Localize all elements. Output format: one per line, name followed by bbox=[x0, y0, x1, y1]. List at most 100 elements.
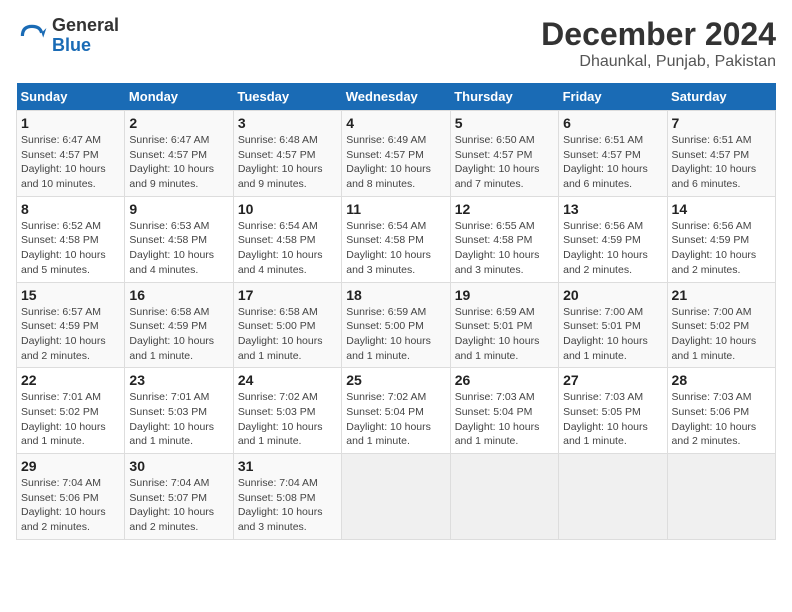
day-number: 15 bbox=[21, 287, 120, 303]
day-info: Sunrise: 6:58 AMSunset: 4:59 PMDaylight:… bbox=[129, 305, 228, 364]
calendar-day-cell: 10 Sunrise: 6:54 AMSunset: 4:58 PMDayligh… bbox=[233, 196, 341, 282]
calendar-day-cell: 11 Sunrise: 6:54 AMSunset: 4:58 PMDayligh… bbox=[342, 196, 450, 282]
day-info: Sunrise: 6:51 AMSunset: 4:57 PMDaylight:… bbox=[672, 133, 771, 192]
day-info: Sunrise: 6:56 AMSunset: 4:59 PMDaylight:… bbox=[563, 219, 662, 278]
day-number: 9 bbox=[129, 201, 228, 217]
calendar-table: SundayMondayTuesdayWednesdayThursdayFrid… bbox=[16, 83, 776, 540]
calendar-day-cell: 12 Sunrise: 6:55 AMSunset: 4:58 PMDayligh… bbox=[450, 196, 558, 282]
day-number: 31 bbox=[238, 458, 337, 474]
day-info: Sunrise: 6:57 AMSunset: 4:59 PMDaylight:… bbox=[21, 305, 120, 364]
day-number: 2 bbox=[129, 115, 228, 131]
day-info: Sunrise: 6:54 AMSunset: 4:58 PMDaylight:… bbox=[238, 219, 337, 278]
title-area: December 2024 Dhaunkal, Punjab, Pakistan bbox=[541, 16, 776, 71]
day-number: 29 bbox=[21, 458, 120, 474]
calendar-day-cell bbox=[559, 454, 667, 540]
calendar-week-row: 15 Sunrise: 6:57 AMSunset: 4:59 PMDayligh… bbox=[17, 282, 776, 368]
day-number: 12 bbox=[455, 201, 554, 217]
day-number: 21 bbox=[672, 287, 771, 303]
calendar-day-cell: 4Sunrise: 6:49 AMSunset: 4:57 PMDaylight… bbox=[342, 111, 450, 197]
day-info: Sunrise: 7:04 AMSunset: 5:08 PMDaylight:… bbox=[238, 476, 337, 535]
calendar-day-cell: 9 Sunrise: 6:53 AMSunset: 4:58 PMDaylight… bbox=[125, 196, 233, 282]
calendar-week-row: 22Sunrise: 7:01 AMSunset: 5:02 PMDayligh… bbox=[17, 368, 776, 454]
day-info: Sunrise: 7:03 AMSunset: 5:04 PMDaylight:… bbox=[455, 390, 554, 449]
header: General Blue December 2024 Dhaunkal, Pun… bbox=[16, 16, 776, 71]
weekday-header-cell: Thursday bbox=[450, 83, 558, 111]
calendar-day-cell: 30 Sunrise: 7:04 AMSunset: 5:07 PMDayligh… bbox=[125, 454, 233, 540]
day-info: Sunrise: 6:55 AMSunset: 4:58 PMDaylight:… bbox=[455, 219, 554, 278]
day-info: Sunrise: 7:03 AMSunset: 5:05 PMDaylight:… bbox=[563, 390, 662, 449]
day-number: 20 bbox=[563, 287, 662, 303]
calendar-day-cell: 16 Sunrise: 6:58 AMSunset: 4:59 PMDayligh… bbox=[125, 282, 233, 368]
day-number: 7 bbox=[672, 115, 771, 131]
day-info: Sunrise: 6:56 AMSunset: 4:59 PMDaylight:… bbox=[672, 219, 771, 278]
calendar-day-cell: 1Sunrise: 6:47 AMSunset: 4:57 PMDaylight… bbox=[17, 111, 125, 197]
calendar-day-cell: 3 Sunrise: 6:48 AMSunset: 4:57 PMDaylight… bbox=[233, 111, 341, 197]
day-number: 11 bbox=[346, 201, 445, 217]
calendar-day-cell: 31 Sunrise: 7:04 AMSunset: 5:08 PMDayligh… bbox=[233, 454, 341, 540]
day-info: Sunrise: 7:00 AMSunset: 5:01 PMDaylight:… bbox=[563, 305, 662, 364]
day-number: 3 bbox=[238, 115, 337, 131]
calendar-day-cell bbox=[342, 454, 450, 540]
day-info: Sunrise: 7:01 AMSunset: 5:03 PMDaylight:… bbox=[129, 390, 228, 449]
page-subtitle: Dhaunkal, Punjab, Pakistan bbox=[541, 53, 776, 71]
calendar-day-cell: 29 Sunrise: 7:04 AMSunset: 5:06 PMDayligh… bbox=[17, 454, 125, 540]
day-info: Sunrise: 6:59 AMSunset: 5:01 PMDaylight:… bbox=[455, 305, 554, 364]
day-number: 10 bbox=[238, 201, 337, 217]
weekday-header-cell: Saturday bbox=[667, 83, 775, 111]
page-title: December 2024 bbox=[541, 16, 776, 53]
day-number: 6 bbox=[563, 115, 662, 131]
day-number: 24 bbox=[238, 372, 337, 388]
calendar-day-cell: 17Sunrise: 6:58 AMSunset: 5:00 PMDayligh… bbox=[233, 282, 341, 368]
calendar-day-cell: 6 Sunrise: 6:51 AMSunset: 4:57 PMDaylight… bbox=[559, 111, 667, 197]
day-number: 8 bbox=[21, 201, 120, 217]
day-number: 1 bbox=[21, 115, 120, 131]
calendar-week-row: 29 Sunrise: 7:04 AMSunset: 5:06 PMDayligh… bbox=[17, 454, 776, 540]
day-number: 27 bbox=[563, 372, 662, 388]
day-info: Sunrise: 7:03 AMSunset: 5:06 PMDaylight:… bbox=[672, 390, 771, 449]
logo: General Blue bbox=[16, 16, 119, 56]
calendar-day-cell: 2 Sunrise: 6:47 AMSunset: 4:57 PMDaylight… bbox=[125, 111, 233, 197]
day-number: 28 bbox=[672, 372, 771, 388]
day-number: 25 bbox=[346, 372, 445, 388]
day-info: Sunrise: 7:02 AMSunset: 5:03 PMDaylight:… bbox=[238, 390, 337, 449]
logo-text: General Blue bbox=[52, 16, 119, 56]
day-number: 17 bbox=[238, 287, 337, 303]
day-number: 30 bbox=[129, 458, 228, 474]
calendar-day-cell: 8Sunrise: 6:52 AMSunset: 4:58 PMDaylight… bbox=[17, 196, 125, 282]
calendar-day-cell: 19 Sunrise: 6:59 AMSunset: 5:01 PMDayligh… bbox=[450, 282, 558, 368]
calendar-day-cell: 28 Sunrise: 7:03 AMSunset: 5:06 PMDayligh… bbox=[667, 368, 775, 454]
calendar-day-cell: 26 Sunrise: 7:03 AMSunset: 5:04 PMDayligh… bbox=[450, 368, 558, 454]
calendar-day-cell: 22Sunrise: 7:01 AMSunset: 5:02 PMDayligh… bbox=[17, 368, 125, 454]
day-info: Sunrise: 6:53 AMSunset: 4:58 PMDaylight:… bbox=[129, 219, 228, 278]
day-info: Sunrise: 6:48 AMSunset: 4:57 PMDaylight:… bbox=[238, 133, 337, 192]
day-number: 13 bbox=[563, 201, 662, 217]
calendar-day-cell: 14 Sunrise: 6:56 AMSunset: 4:59 PMDayligh… bbox=[667, 196, 775, 282]
day-number: 26 bbox=[455, 372, 554, 388]
day-info: Sunrise: 6:54 AMSunset: 4:58 PMDaylight:… bbox=[346, 219, 445, 278]
day-number: 23 bbox=[129, 372, 228, 388]
day-info: Sunrise: 7:04 AMSunset: 5:07 PMDaylight:… bbox=[129, 476, 228, 535]
day-number: 5 bbox=[455, 115, 554, 131]
calendar-day-cell bbox=[667, 454, 775, 540]
weekday-header-cell: Tuesday bbox=[233, 83, 341, 111]
day-number: 19 bbox=[455, 287, 554, 303]
calendar-day-cell: 5Sunrise: 6:50 AMSunset: 4:57 PMDaylight… bbox=[450, 111, 558, 197]
calendar-day-cell: 20 Sunrise: 7:00 AMSunset: 5:01 PMDayligh… bbox=[559, 282, 667, 368]
calendar-week-row: 1 Sunrise: 6:47 AMSunset: 4:57 PMDaylight… bbox=[17, 111, 776, 197]
day-number: 18 bbox=[346, 287, 445, 303]
calendar-body: 1 Sunrise: 6:47 AMSunset: 4:57 PMDaylight… bbox=[17, 111, 776, 540]
calendar-day-cell: 24 Sunrise: 7:02 AMSunset: 5:03 PMDayligh… bbox=[233, 368, 341, 454]
day-info: Sunrise: 6:47 AMSunset: 4:57 PMDaylight:… bbox=[129, 133, 228, 192]
weekday-header-cell: Friday bbox=[559, 83, 667, 111]
logo-icon bbox=[16, 20, 48, 52]
day-number: 14 bbox=[672, 201, 771, 217]
weekday-header-row: SundayMondayTuesdayWednesdayThursdayFrid… bbox=[17, 83, 776, 111]
day-info: Sunrise: 7:04 AMSunset: 5:06 PMDaylight:… bbox=[21, 476, 120, 535]
day-number: 16 bbox=[129, 287, 228, 303]
day-info: Sunrise: 6:59 AMSunset: 5:00 PMDaylight:… bbox=[346, 305, 445, 364]
day-number: 4 bbox=[346, 115, 445, 131]
day-info: Sunrise: 6:51 AMSunset: 4:57 PMDaylight:… bbox=[563, 133, 662, 192]
day-number: 22 bbox=[21, 372, 120, 388]
calendar-day-cell bbox=[450, 454, 558, 540]
calendar-day-cell: 25Sunrise: 7:02 AMSunset: 5:04 PMDayligh… bbox=[342, 368, 450, 454]
